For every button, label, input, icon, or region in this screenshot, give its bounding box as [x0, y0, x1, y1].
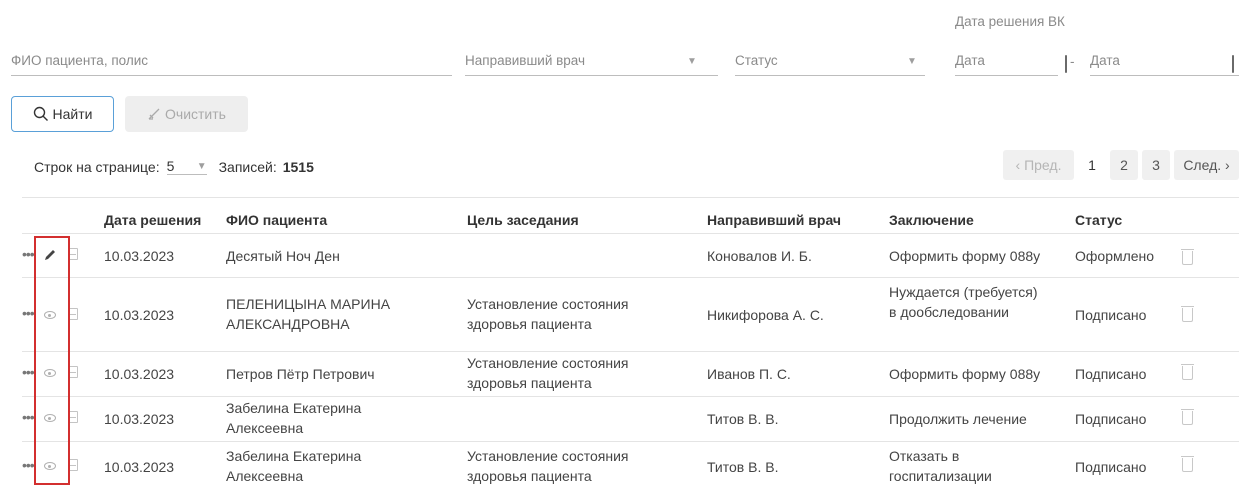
- cell-status: Подписано: [1075, 459, 1147, 475]
- more-actions-icon[interactable]: •••: [22, 409, 35, 425]
- status-select-placeholder: Статус: [735, 53, 778, 68]
- cell-doctor: Титов В. В.: [707, 411, 779, 427]
- cell-date: 10.03.2023: [104, 307, 175, 323]
- patient-search-input[interactable]: ФИО пациента, полис: [11, 52, 452, 76]
- next-page-label: След. ›: [1183, 157, 1230, 173]
- doctor-select[interactable]: Направивший врач ▼: [465, 52, 718, 76]
- more-actions-icon[interactable]: •••: [22, 364, 35, 380]
- cell-doctor: Коновалов И. Б.: [707, 248, 812, 264]
- records-count: 1515: [282, 158, 314, 175]
- date-range-separator: -: [1070, 54, 1075, 69]
- clear-button-label: Очистить: [165, 106, 226, 122]
- find-button-label: Найти: [52, 106, 93, 122]
- date-from-placeholder: Дата: [955, 53, 985, 68]
- cell-goal: Установление состояния здоровья пациента: [467, 355, 629, 391]
- cell-conclusion: Отказать в госпитализации: [889, 448, 992, 484]
- next-page-button[interactable]: След. ›: [1174, 150, 1239, 180]
- highlight-box: [34, 236, 70, 485]
- page-label-2: 2: [1120, 157, 1128, 173]
- col-header-status: Статус: [1075, 212, 1123, 228]
- doctor-select-placeholder: Направивший врач: [465, 53, 586, 68]
- rows-per-page-label: Строк на странице:: [34, 158, 160, 175]
- cell-date: 10.03.2023: [104, 248, 175, 264]
- cell-goal: Установление состояния здоровья пациента: [467, 448, 629, 484]
- prev-page-button[interactable]: ‹ Пред.: [1003, 150, 1074, 180]
- calendar-icon[interactable]: [1064, 55, 1067, 73]
- calendar-icon[interactable]: [1231, 55, 1234, 73]
- chevron-down-icon: ▼: [687, 56, 697, 67]
- cell-conclusion: Нуждается (требуется) в дообследовании: [889, 284, 1038, 320]
- page-button-1[interactable]: 1: [1078, 150, 1106, 180]
- cell-conclusion: Оформить форму 088у: [889, 366, 1041, 382]
- rows-per-page: Строк на странице: 5 ▼ Записей: 1515: [34, 158, 314, 175]
- cell-patient: Забелина Екатерина Алексеевна: [226, 448, 362, 484]
- page-label-1: 1: [1088, 157, 1096, 173]
- rows-per-page-value: 5: [166, 158, 175, 174]
- cell-patient: Петров Пётр Петрович: [226, 366, 375, 382]
- rows-per-page-select[interactable]: 5 ▼: [166, 158, 207, 175]
- vk-date-label: Дата решения ВК: [955, 14, 1065, 29]
- table-row: ••• 10.03.2023 Забелина Екатерина Алексе…: [22, 397, 1239, 441]
- trash-icon[interactable]: [1181, 409, 1194, 425]
- clear-button[interactable]: Очистить: [125, 96, 248, 132]
- chevron-down-icon: ▼: [196, 160, 207, 172]
- col-header-conclusion: Заключение: [889, 212, 974, 228]
- cell-doctor: Никифорова А. С.: [707, 307, 824, 323]
- records-label: Записей:: [218, 158, 277, 175]
- more-actions-icon[interactable]: •••: [22, 305, 35, 321]
- page-label-3: 3: [1152, 157, 1160, 173]
- search-icon: [33, 106, 48, 121]
- cell-conclusion: Продолжить лечение: [889, 411, 1027, 427]
- table-row: ••• 10.03.2023 Десятый Ноч Ден Коновалов…: [22, 234, 1239, 277]
- cell-date: 10.03.2023: [104, 366, 175, 382]
- status-select[interactable]: Статус ▼: [735, 52, 925, 76]
- table-top-divider: [22, 197, 1239, 198]
- col-header-date: Дата решения: [104, 212, 202, 228]
- prev-page-label: ‹ Пред.: [1015, 157, 1062, 173]
- cell-status: Подписано: [1075, 307, 1147, 323]
- table-row: ••• 10.03.2023 ПЕЛЕНИЦЫНА МАРИНА АЛЕКСАН…: [22, 278, 1239, 351]
- eraser-icon: [148, 108, 160, 120]
- find-button[interactable]: Найти: [11, 96, 114, 132]
- date-to-input[interactable]: Дата: [1090, 52, 1239, 76]
- cell-status: Оформлено: [1075, 248, 1155, 264]
- trash-icon[interactable]: [1181, 306, 1194, 322]
- col-header-patient: ФИО пациента: [226, 212, 328, 228]
- cell-date: 10.03.2023: [104, 459, 175, 475]
- page-button-2[interactable]: 2: [1110, 150, 1138, 180]
- cell-patient: Забелина Екатерина Алексеевна: [226, 400, 362, 436]
- col-header-doctor: Направивший врач: [707, 212, 842, 228]
- trash-icon[interactable]: [1181, 456, 1194, 472]
- cell-goal: Установление состояния здоровья пациента: [467, 296, 629, 332]
- cell-status: Подписано: [1075, 411, 1147, 427]
- trash-icon[interactable]: [1181, 249, 1194, 265]
- cell-doctor: Титов В. В.: [707, 459, 779, 475]
- patient-search-placeholder: ФИО пациента, полис: [11, 53, 149, 68]
- page-button-3[interactable]: 3: [1142, 150, 1170, 180]
- cell-doctor: Иванов П. С.: [707, 366, 791, 382]
- col-header-goal: Цель заседания: [467, 212, 579, 228]
- trash-icon[interactable]: [1181, 364, 1194, 380]
- cell-status: Подписано: [1075, 366, 1147, 382]
- date-from-input[interactable]: Дата: [955, 52, 1067, 76]
- chevron-down-icon: ▼: [907, 56, 917, 67]
- table-row: ••• 10.03.2023 Забелина Екатерина Алексе…: [22, 442, 1239, 485]
- cell-patient: Десятый Ноч Ден: [226, 248, 340, 264]
- cell-conclusion: Оформить форму 088у: [889, 248, 1041, 264]
- table-row: ••• 10.03.2023 Петров Пётр Петрович Уста…: [22, 352, 1239, 396]
- date-to-placeholder: Дата: [1090, 53, 1120, 68]
- more-actions-icon[interactable]: •••: [22, 457, 35, 473]
- cell-date: 10.03.2023: [104, 411, 175, 427]
- more-actions-icon[interactable]: •••: [22, 246, 35, 262]
- cell-patient: ПЕЛЕНИЦЫНА МАРИНА АЛЕКСАНДРОВНА: [226, 296, 391, 332]
